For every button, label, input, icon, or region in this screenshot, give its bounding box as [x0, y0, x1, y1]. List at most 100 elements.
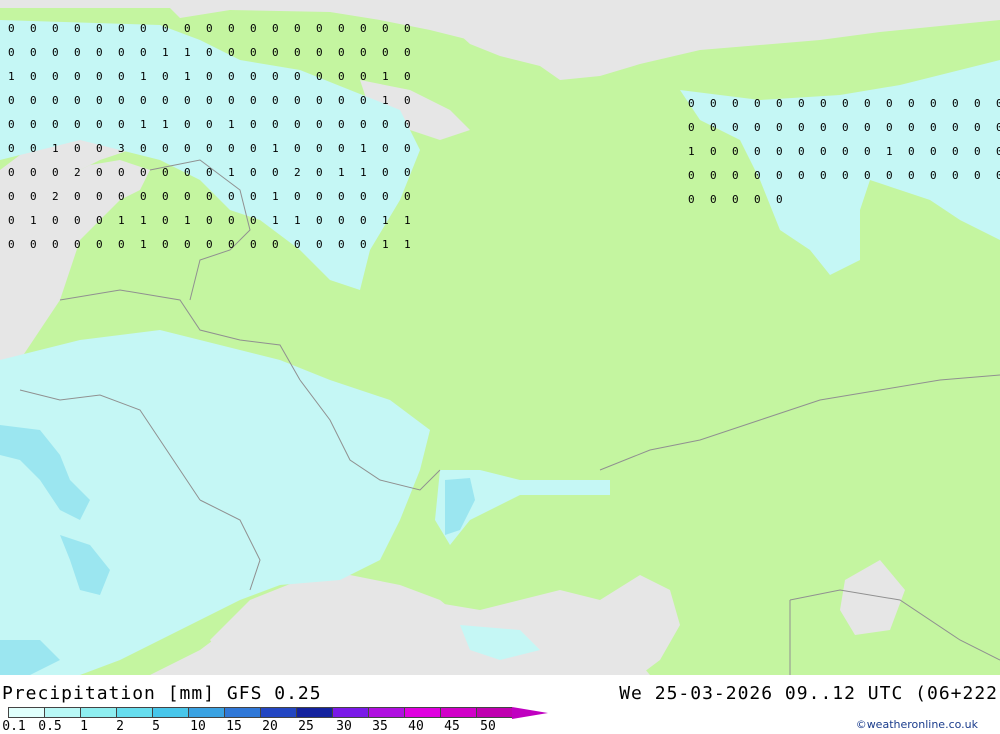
- precip-value: 0: [798, 145, 805, 158]
- precip-value: 0: [294, 70, 301, 83]
- precip-value: 0: [96, 214, 103, 227]
- legend-tick-label: 2: [116, 719, 124, 734]
- precip-value: 0: [206, 190, 213, 203]
- precip-value: 0: [184, 118, 191, 131]
- precip-value: 0: [930, 145, 937, 158]
- legend-tick-label: 0.1: [2, 719, 26, 734]
- credit-link[interactable]: ©weatheronline.co.uk: [856, 718, 978, 731]
- precip-value: 0: [272, 166, 279, 179]
- precip-value: 0: [404, 142, 411, 155]
- precip-value: 0: [206, 142, 213, 155]
- precip-value: 0: [162, 22, 169, 35]
- precip-value: 0: [316, 166, 323, 179]
- precip-value: 0: [118, 190, 125, 203]
- precip-value: 0: [74, 238, 81, 251]
- legend-tick-label: 0.5: [38, 719, 62, 734]
- precip-value: 0: [404, 46, 411, 59]
- precip-value: 0: [162, 94, 169, 107]
- legend-labels: 0.1 0.5 1 2 5 10 15 20 25 30 35 40 45 50: [0, 719, 560, 734]
- precip-value: 0: [228, 238, 235, 251]
- precip-value: 1: [228, 166, 235, 179]
- precip-value: 1: [360, 166, 367, 179]
- precip-value: 0: [360, 238, 367, 251]
- precip-value: 0: [338, 238, 345, 251]
- precip-value: 0: [74, 118, 81, 131]
- precip-value: 0: [250, 142, 257, 155]
- precip-value: 1: [688, 145, 695, 158]
- precip-value: 0: [162, 166, 169, 179]
- precip-value: 0: [184, 190, 191, 203]
- precip-value: 0: [688, 193, 695, 206]
- precip-value: 0: [338, 46, 345, 59]
- precip-value: 0: [74, 94, 81, 107]
- precip-value: 1: [8, 70, 15, 83]
- precip-value: 0: [842, 97, 849, 110]
- precip-value: 0: [206, 94, 213, 107]
- precip-value: 2: [74, 166, 81, 179]
- legend-tick-label: 45: [444, 719, 460, 734]
- precip-value: 0: [952, 169, 959, 182]
- precip-value: 0: [228, 70, 235, 83]
- legend-tick-label: 50: [480, 719, 496, 734]
- precip-value: 0: [316, 94, 323, 107]
- precip-value: 0: [30, 46, 37, 59]
- precip-value: 1: [382, 214, 389, 227]
- precip-value: 1: [162, 46, 169, 59]
- precip-value: 0: [272, 238, 279, 251]
- precip-value: 0: [30, 238, 37, 251]
- precip-value: 1: [382, 70, 389, 83]
- precip-value: 0: [294, 190, 301, 203]
- precip-value: 0: [184, 166, 191, 179]
- precip-value: 0: [96, 190, 103, 203]
- precip-value: 1: [272, 190, 279, 203]
- precip-value: 0: [250, 94, 257, 107]
- precip-value: 0: [316, 142, 323, 155]
- precip-value: 0: [118, 70, 125, 83]
- precip-value: 0: [184, 142, 191, 155]
- precip-value: 1: [140, 70, 147, 83]
- precip-value: 0: [140, 94, 147, 107]
- precip-value: 0: [886, 97, 893, 110]
- precip-value: 0: [140, 46, 147, 59]
- precip-value: 0: [338, 142, 345, 155]
- precip-value: 0: [52, 238, 59, 251]
- precip-value: 0: [974, 145, 981, 158]
- precip-value: 0: [776, 193, 783, 206]
- precip-value: 0: [996, 97, 1000, 110]
- precip-value: 1: [272, 214, 279, 227]
- precip-value: 0: [776, 169, 783, 182]
- precip-value: 0: [996, 169, 1000, 182]
- precip-value: 1: [162, 118, 169, 131]
- precip-value: 0: [250, 22, 257, 35]
- precip-value: 0: [952, 121, 959, 134]
- precip-value: 0: [338, 214, 345, 227]
- precip-value: 1: [184, 70, 191, 83]
- precip-value: 0: [272, 94, 279, 107]
- precip-value: 0: [842, 121, 849, 134]
- precip-value: 0: [974, 97, 981, 110]
- legend-tick-label: 25: [298, 719, 314, 734]
- precip-value: 1: [272, 142, 279, 155]
- precip-value: 0: [338, 190, 345, 203]
- precip-value: 0: [754, 97, 761, 110]
- precip-value: 0: [732, 169, 739, 182]
- precip-value: 0: [360, 22, 367, 35]
- legend-swatch: [332, 707, 368, 718]
- legend-tick-label: 30: [336, 719, 352, 734]
- precip-value: 0: [864, 169, 871, 182]
- legend-swatch: [260, 707, 296, 718]
- precip-value: 0: [250, 118, 257, 131]
- precip-value: 0: [820, 145, 827, 158]
- precip-value: 0: [382, 190, 389, 203]
- precip-value: 0: [206, 70, 213, 83]
- precip-value: 0: [316, 118, 323, 131]
- precip-value: 0: [360, 190, 367, 203]
- precip-value: 0: [140, 166, 147, 179]
- precip-value: 0: [710, 169, 717, 182]
- map-canvas: 0 0 0 0 0 0 0 0 0 0 0 0 0 0 0 0 0 0 0 0 0 0 0 0 0 0 1 1 0 0 0 0 0 0 0 0 0 0 1 0…: [0, 0, 1000, 675]
- precip-value: 0: [754, 193, 761, 206]
- precip-value: 0: [820, 169, 827, 182]
- precip-value: 1: [184, 214, 191, 227]
- legend-tick-label: 40: [408, 719, 424, 734]
- precip-value: 0: [8, 214, 15, 227]
